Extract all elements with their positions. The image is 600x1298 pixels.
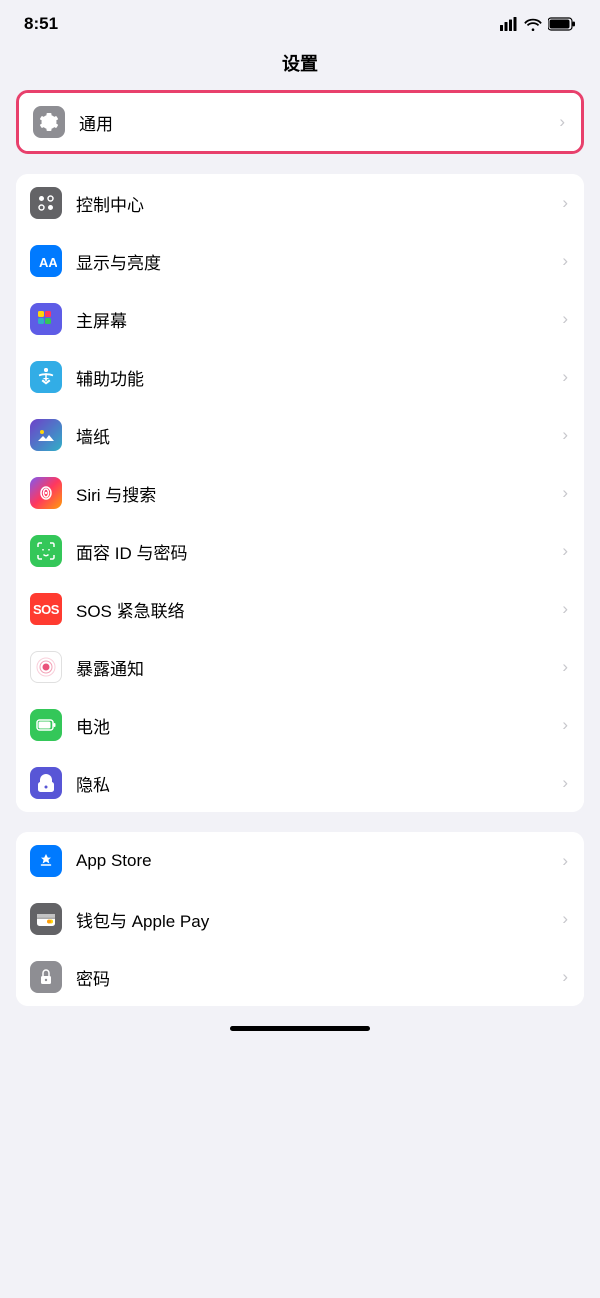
settings-group-2: 控制中心 › AA 显示与亮度 › 主屏幕	[16, 174, 584, 812]
siri-icon-bg	[30, 477, 62, 509]
settings-item-control-center[interactable]: 控制中心 ›	[16, 174, 584, 232]
control-center-chevron: ›	[562, 193, 568, 213]
wallpaper-icon	[35, 424, 57, 446]
settings-item-appstore[interactable]: App Store ›	[16, 832, 584, 890]
page-title: 设置	[0, 42, 600, 90]
battery-chevron: ›	[562, 715, 568, 735]
settings-item-general[interactable]: 通用 ›	[19, 93, 581, 151]
battery-status-icon	[548, 17, 576, 31]
gear-icon	[38, 111, 60, 133]
home-screen-label: 主屏幕	[76, 295, 556, 344]
privacy-chevron: ›	[562, 773, 568, 793]
svg-text:AA: AA	[39, 255, 57, 270]
settings-item-passwords[interactable]: 密码 ›	[16, 948, 584, 1006]
settings-item-home[interactable]: 主屏幕 ›	[16, 290, 584, 348]
faceid-chevron: ›	[562, 541, 568, 561]
display-icon-bg: AA	[30, 245, 62, 277]
general-label: 通用	[79, 98, 553, 147]
wallpaper-chevron: ›	[562, 425, 568, 445]
settings-item-sos[interactable]: SOS SOS 紧急联络 ›	[16, 580, 584, 638]
battery-icon	[35, 714, 57, 736]
settings-item-battery[interactable]: 电池 ›	[16, 696, 584, 754]
faceid-label: 面容 ID 与密码	[76, 527, 556, 576]
siri-label: Siri 与搜索	[76, 469, 556, 518]
settings-item-display[interactable]: AA 显示与亮度 ›	[16, 232, 584, 290]
control-center-icon-bg	[30, 187, 62, 219]
appstore-chevron: ›	[562, 851, 568, 871]
wallpaper-icon-bg	[30, 419, 62, 451]
wallet-icon-bg	[30, 903, 62, 935]
passwords-label: 密码	[76, 953, 556, 1002]
sos-icon: SOS	[30, 593, 62, 625]
settings-item-wallet[interactable]: 钱包与 Apple Pay ›	[16, 890, 584, 948]
settings-item-privacy[interactable]: 隐私 ›	[16, 754, 584, 812]
control-center-icon	[35, 192, 57, 214]
general-chevron: ›	[559, 112, 565, 132]
wallet-icon	[35, 908, 57, 930]
exposure-icon	[35, 656, 57, 678]
passwords-chevron: ›	[562, 967, 568, 987]
settings-group-3: App Store › 钱包与 Apple Pay ›	[16, 832, 584, 1006]
accessibility-chevron: ›	[562, 367, 568, 387]
status-time: 8:51	[24, 14, 58, 34]
passwords-icon	[35, 966, 57, 988]
accessibility-icon	[35, 366, 57, 388]
appstore-label: App Store	[76, 839, 556, 883]
gear-icon-bg	[33, 106, 65, 138]
status-icons	[500, 17, 576, 31]
home-bar	[230, 1026, 370, 1031]
settings-item-exposure[interactable]: 暴露通知 ›	[16, 638, 584, 696]
siri-chevron: ›	[562, 483, 568, 503]
privacy-label: 隐私	[76, 759, 556, 808]
faceid-icon-bg	[30, 535, 62, 567]
settings-item-siri[interactable]: Siri 与搜索 ›	[16, 464, 584, 522]
privacy-icon	[35, 772, 57, 794]
siri-icon	[35, 482, 57, 504]
control-center-label: 控制中心	[76, 179, 556, 228]
wifi-icon	[524, 17, 542, 31]
general-icon-wrap	[19, 106, 79, 138]
sos-chevron: ›	[562, 599, 568, 619]
home-screen-icon	[35, 308, 57, 330]
sos-label: SOS 紧急联络	[76, 585, 556, 634]
signal-icon	[500, 17, 518, 31]
accessibility-label: 辅助功能	[76, 353, 556, 402]
settings-group-1: 通用 ›	[16, 90, 584, 154]
settings-item-accessibility[interactable]: 辅助功能 ›	[16, 348, 584, 406]
exposure-icon-bg	[30, 651, 62, 683]
faceid-icon	[35, 540, 57, 562]
home-screen-chevron: ›	[562, 309, 568, 329]
appstore-icon-bg	[30, 845, 62, 877]
display-icon: AA	[35, 250, 57, 272]
battery-icon-bg	[30, 709, 62, 741]
exposure-chevron: ›	[562, 657, 568, 677]
settings-item-wallpaper[interactable]: 墙纸 ›	[16, 406, 584, 464]
status-bar: 8:51	[0, 0, 600, 42]
appstore-icon	[35, 850, 57, 872]
accessibility-icon-bg	[30, 361, 62, 393]
battery-label: 电池	[76, 701, 556, 750]
passwords-icon-bg	[30, 961, 62, 993]
privacy-icon-bg	[30, 767, 62, 799]
display-label: 显示与亮度	[76, 237, 556, 286]
display-chevron: ›	[562, 251, 568, 271]
wallet-label: 钱包与 Apple Pay	[76, 895, 556, 944]
wallet-chevron: ›	[562, 909, 568, 929]
wallpaper-label: 墙纸	[76, 411, 556, 460]
home-screen-icon-bg	[30, 303, 62, 335]
settings-item-faceid[interactable]: 面容 ID 与密码 ›	[16, 522, 584, 580]
exposure-label: 暴露通知	[76, 643, 556, 692]
